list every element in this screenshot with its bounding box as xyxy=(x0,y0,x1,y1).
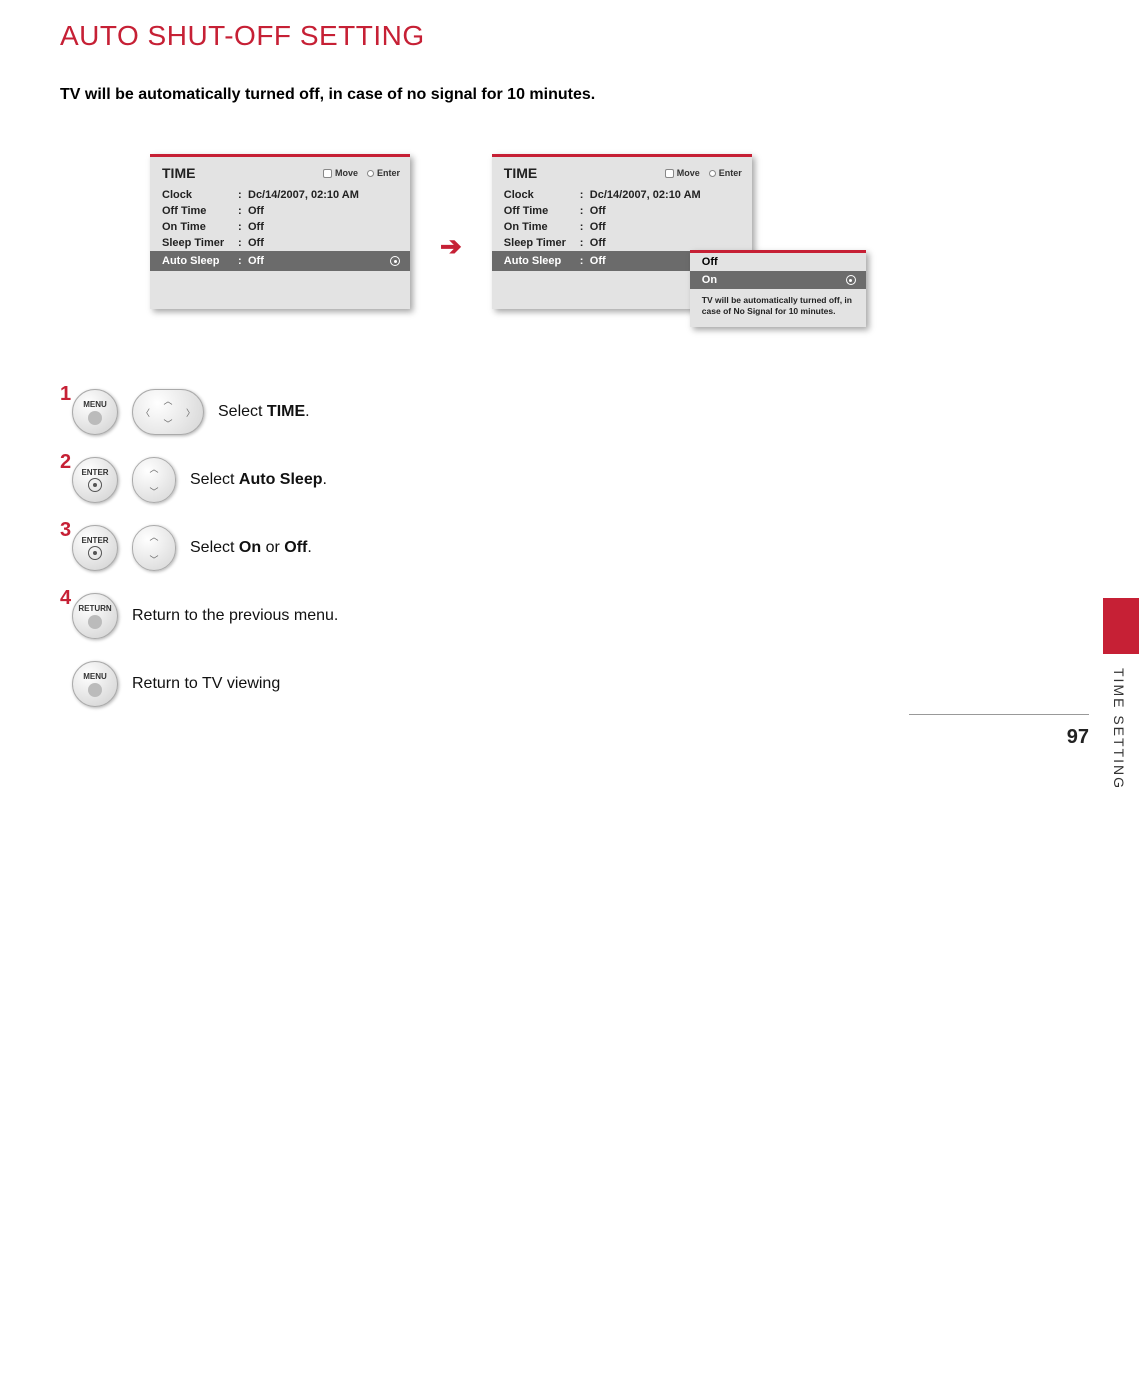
step-text: Select Auto Sleep. xyxy=(190,471,327,489)
move-hint: MoveEnter xyxy=(323,168,400,178)
chevron-down-icon: ﹀ xyxy=(149,485,158,498)
menu-row-ontime: On Time:Off xyxy=(492,219,752,235)
menu-row-offtime: Off Time:Off xyxy=(150,203,410,219)
menu-row-clock: Clock:Dc/14/2007, 02:10 AM xyxy=(492,187,752,203)
step-4: 4 RETURN Return to the previous menu. xyxy=(64,593,1079,639)
menu-button[interactable]: MENU xyxy=(72,661,118,707)
dpad-button[interactable]: ︿ ﹀ 〈 〉 xyxy=(132,389,204,435)
menu-row-clock: Clock:Dc/14/2007, 02:10 AM xyxy=(150,187,410,203)
enter-icon xyxy=(88,478,102,492)
step-1: 1 MENU ︿ ﹀ 〈 〉 Select TIME. xyxy=(64,389,1079,435)
dpad-icon xyxy=(323,169,332,178)
button-icon xyxy=(88,615,102,629)
section-label: TIME SETTING xyxy=(1103,654,1127,790)
enter-button[interactable]: ENTER xyxy=(72,525,118,571)
menu-row-sleeptimer: Sleep Timer:Off xyxy=(492,235,752,251)
page-subtitle: TV will be automatically turned off, in … xyxy=(60,86,1079,104)
step-2: 2 ENTER ︿ ﹀ Select Auto Sleep. xyxy=(64,457,1079,503)
side-tab: TIME SETTING xyxy=(1103,598,1139,828)
panel-title: TIME xyxy=(504,165,665,181)
updown-button[interactable]: ︿ ﹀ xyxy=(132,457,176,503)
page-number: 97 xyxy=(1067,726,1089,749)
menu-row-ontime: On Time:Off xyxy=(150,219,410,235)
chevron-left-icon: 〈 xyxy=(141,406,150,419)
chevron-down-icon: ﹀ xyxy=(149,553,158,566)
menu-row-autosleep-selected[interactable]: Auto Sleep:Off xyxy=(150,251,410,271)
step-number: 2 xyxy=(60,451,71,474)
footer-divider xyxy=(909,714,1089,715)
panel-title: TIME xyxy=(162,165,323,181)
chevron-up-icon: ︿ xyxy=(149,530,158,543)
step-number: 1 xyxy=(60,383,71,406)
menu-button[interactable]: MENU xyxy=(72,389,118,435)
button-icon xyxy=(88,411,102,425)
enter-dot-icon xyxy=(367,170,374,177)
target-icon xyxy=(390,256,400,266)
time-menu-panel-before: TIME MoveEnter Clock:Dc/14/2007, 02:10 A… xyxy=(150,154,410,309)
step-menu-return: MENU Return to TV viewing xyxy=(64,661,1079,707)
button-icon xyxy=(88,683,102,697)
enter-button[interactable]: ENTER xyxy=(72,457,118,503)
chevron-up-icon: ︿ xyxy=(163,394,172,407)
step-number: 4 xyxy=(60,587,71,610)
chevron-up-icon: ︿ xyxy=(149,462,158,475)
menu-row-offtime: Off Time:Off xyxy=(492,203,752,219)
page-title: AUTO SHUT-OFF SETTING xyxy=(60,20,1079,52)
enter-icon xyxy=(88,546,102,560)
option-on-selected[interactable]: On xyxy=(690,271,866,289)
chevron-right-icon: 〉 xyxy=(186,406,195,419)
step-number: 3 xyxy=(60,519,71,542)
step-text: Select TIME. xyxy=(218,403,310,421)
step-text: Select On or Off. xyxy=(190,539,312,557)
target-icon xyxy=(846,275,856,285)
updown-button[interactable]: ︿ ﹀ xyxy=(132,525,176,571)
return-button[interactable]: RETURN xyxy=(72,593,118,639)
menu-row-sleeptimer: Sleep Timer:Off xyxy=(150,235,410,251)
popup-message: TV will be automatically turned off, in … xyxy=(690,289,866,327)
option-off[interactable]: Off xyxy=(690,253,866,271)
enter-dot-icon xyxy=(709,170,716,177)
autosleep-option-popup: Off On TV will be automatically turned o… xyxy=(690,250,866,327)
step-text: Return to the previous menu. xyxy=(132,607,338,625)
move-hint: MoveEnter xyxy=(665,168,742,178)
arrow-right-icon: ➔ xyxy=(440,231,462,262)
step-3: 3 ENTER ︿ ﹀ Select On or Off. xyxy=(64,525,1079,571)
chevron-down-icon: ﹀ xyxy=(163,417,172,430)
side-tab-accent xyxy=(1103,598,1139,654)
dpad-icon xyxy=(665,169,674,178)
step-text: Return to TV viewing xyxy=(132,675,280,693)
